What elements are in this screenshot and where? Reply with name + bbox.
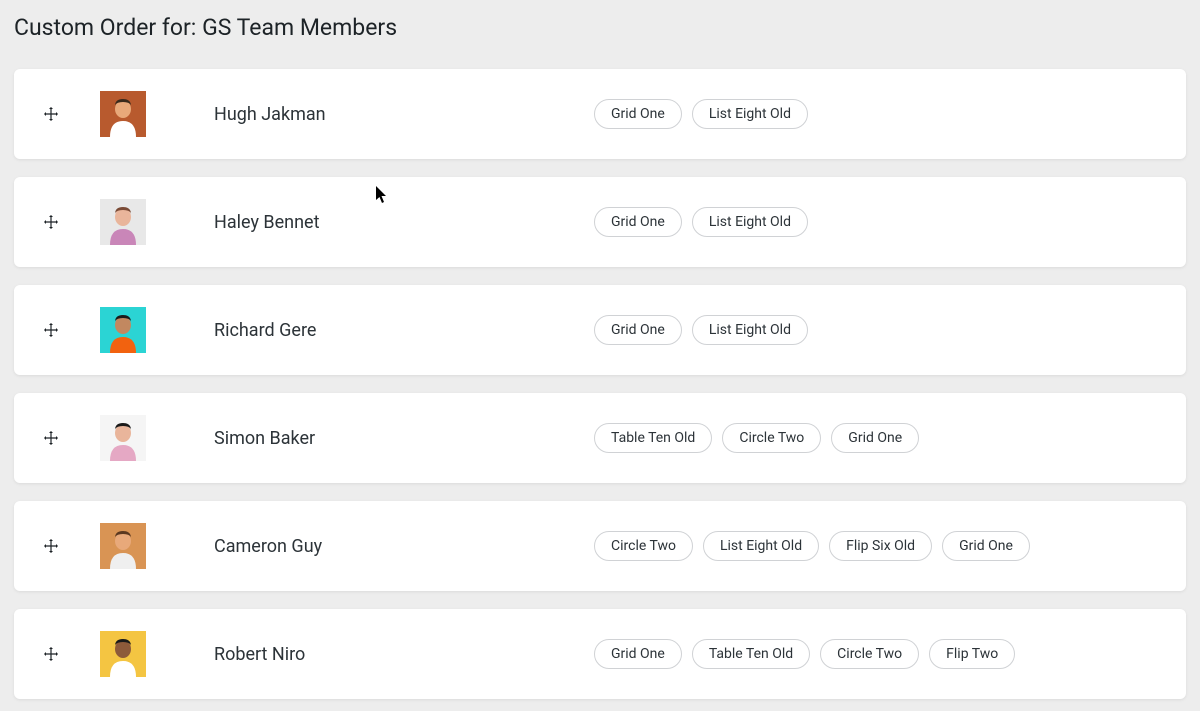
tag[interactable]: Grid One	[594, 639, 682, 670]
tag[interactable]: Grid One	[831, 423, 919, 454]
tag[interactable]: Circle Two	[820, 639, 919, 670]
tag[interactable]: Grid One	[594, 315, 682, 346]
member-name: Cameron Guy	[214, 536, 594, 557]
tag-list: Grid One List Eight Old	[594, 315, 808, 346]
page-title: Custom Order for: GS Team Members	[14, 14, 1186, 41]
tag[interactable]: Grid One	[594, 99, 682, 130]
drag-handle-icon[interactable]	[42, 431, 60, 445]
tag-list: Grid One List Eight Old	[594, 99, 808, 130]
tag-list: Grid One Table Ten Old Circle Two Flip Two	[594, 639, 1015, 670]
tag[interactable]: Circle Two	[594, 531, 693, 562]
tag[interactable]: List Eight Old	[692, 315, 808, 346]
drag-handle-icon[interactable]	[42, 539, 60, 553]
tag[interactable]: Flip Six Old	[829, 531, 932, 562]
tag-list: Table Ten Old Circle Two Grid One	[594, 423, 919, 454]
tag[interactable]: List Eight Old	[692, 207, 808, 238]
member-name: Simon Baker	[214, 428, 594, 449]
avatar	[100, 91, 146, 137]
tag[interactable]: Table Ten Old	[594, 423, 712, 454]
drag-handle-icon[interactable]	[42, 323, 60, 337]
avatar	[100, 631, 146, 677]
tag[interactable]: Table Ten Old	[692, 639, 810, 670]
member-name: Haley Bennet	[214, 212, 594, 233]
tag[interactable]: Grid One	[942, 531, 1030, 562]
member-row[interactable]: Cameron GuyCircle Two List Eight Old Flip …	[14, 501, 1186, 591]
member-row[interactable]: Simon BakerTable Ten Old Circle Two Grid O…	[14, 393, 1186, 483]
tag[interactable]: Circle Two	[722, 423, 821, 454]
tag-list: Grid One List Eight Old	[594, 207, 808, 238]
member-name: Robert Niro	[214, 644, 594, 665]
drag-handle-icon[interactable]	[42, 107, 60, 121]
drag-handle-icon[interactable]	[42, 647, 60, 661]
member-name: Hugh Jakman	[214, 104, 594, 125]
tag[interactable]: List Eight Old	[703, 531, 819, 562]
avatar	[100, 199, 146, 245]
member-row[interactable]: Haley BennetGrid One List Eight Old	[14, 177, 1186, 267]
member-row[interactable]: Robert NiroGrid One Table Ten Old Circle T…	[14, 609, 1186, 699]
drag-handle-icon[interactable]	[42, 215, 60, 229]
member-row[interactable]: Richard GereGrid One List Eight Old	[14, 285, 1186, 375]
avatar	[100, 523, 146, 569]
member-name: Richard Gere	[214, 320, 594, 341]
tag-list: Circle Two List Eight Old Flip Six Old Grid…	[594, 531, 1030, 562]
tag[interactable]: Flip Two	[929, 639, 1015, 670]
avatar	[100, 307, 146, 353]
avatar	[100, 415, 146, 461]
member-row[interactable]: Hugh JakmanGrid One List Eight Old	[14, 69, 1186, 159]
tag[interactable]: Grid One	[594, 207, 682, 238]
tag[interactable]: List Eight Old	[692, 99, 808, 130]
